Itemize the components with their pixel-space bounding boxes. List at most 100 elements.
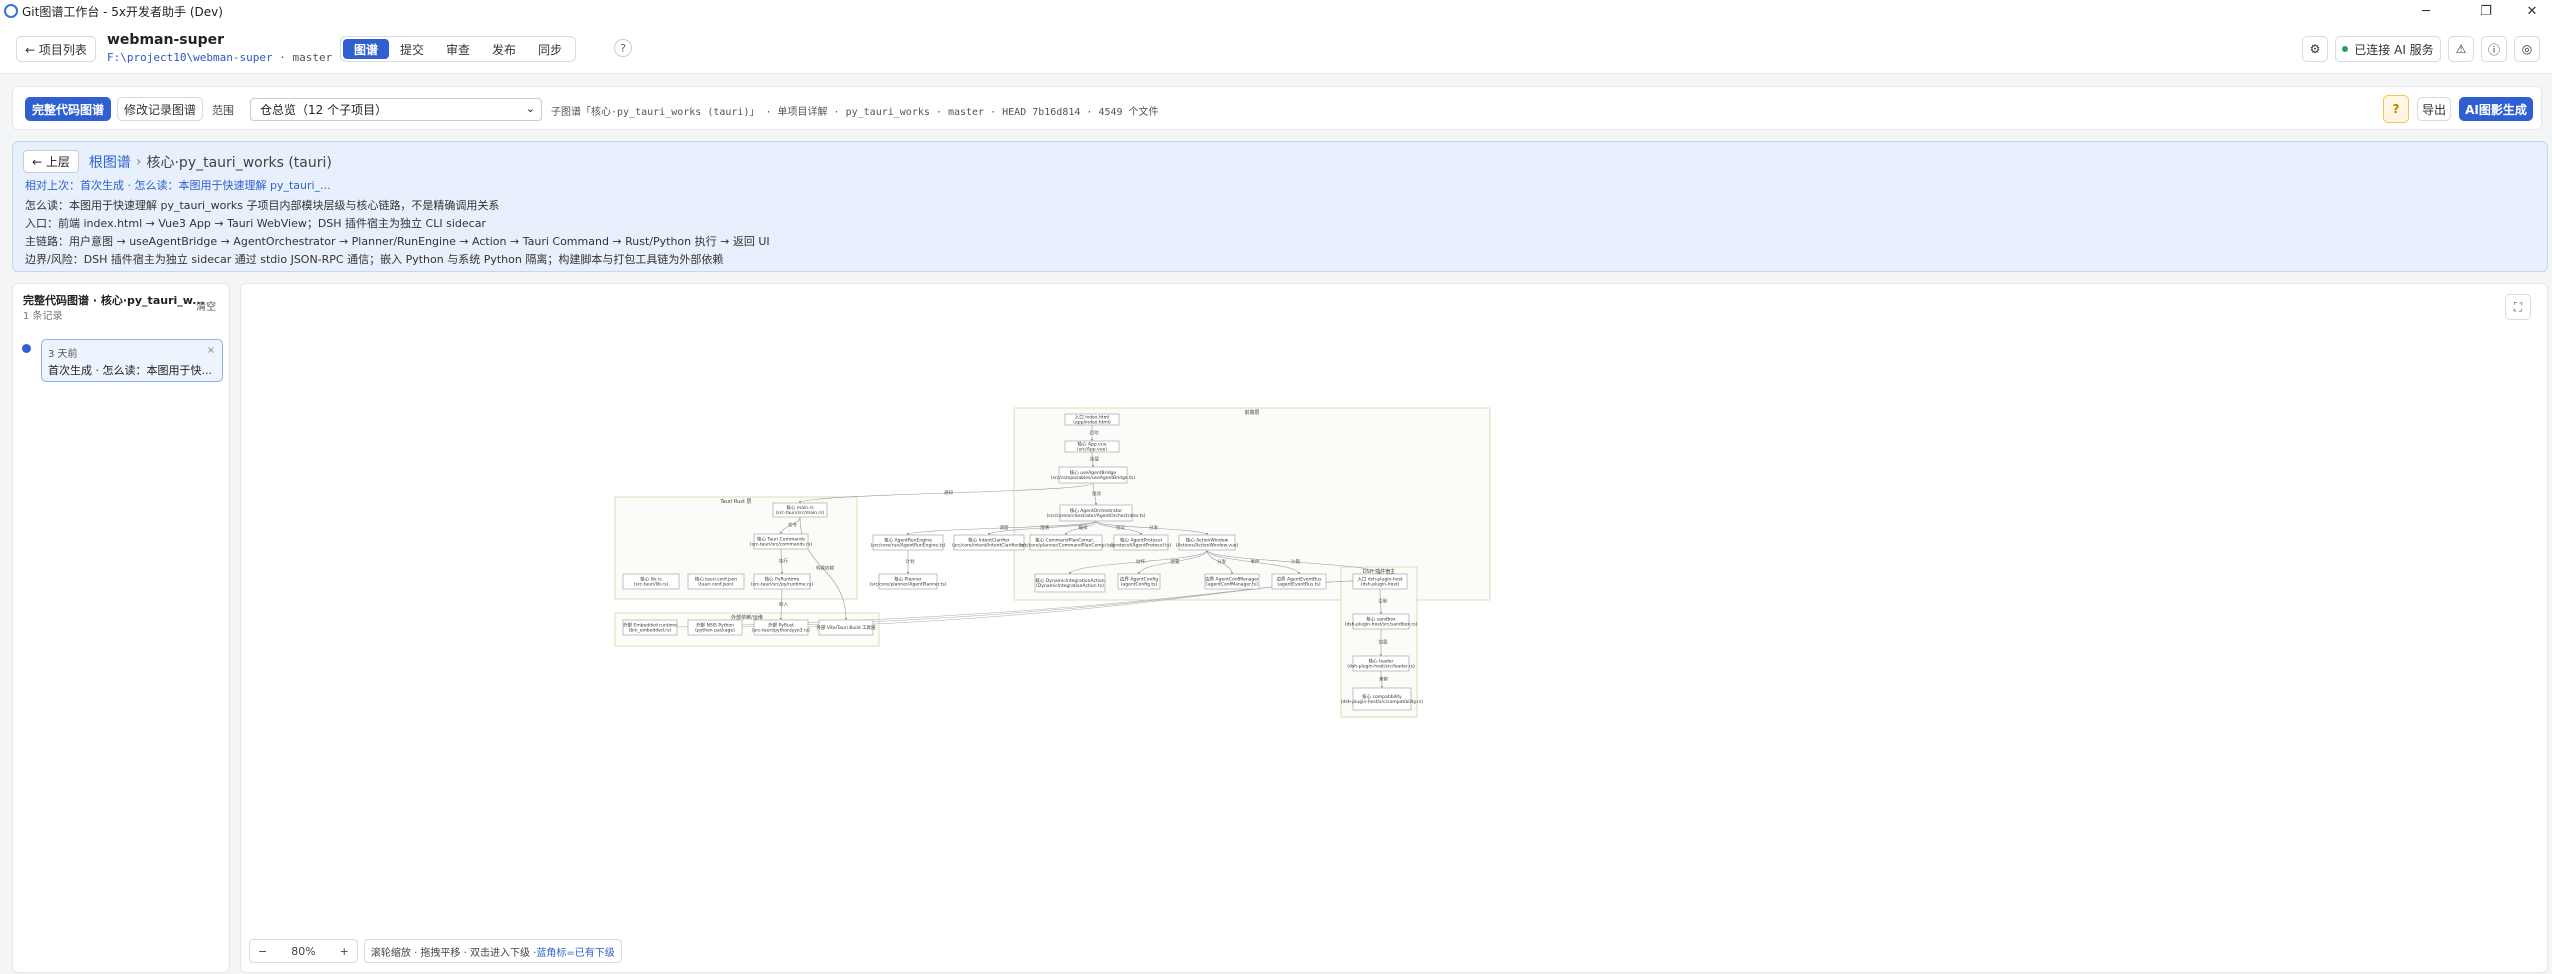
graph-edge-label: 调度 (1000, 524, 1009, 531)
help-icon[interactable]: ? (614, 39, 632, 57)
clear-history-button[interactable]: 清空 (196, 298, 216, 313)
graph-node[interactable]: 核心 AgentRunEngine(src/core/run/AgentRunE… (871, 534, 946, 551)
graph-node[interactable]: 外部 NSIS Python(python package) (687, 619, 743, 636)
graph-node[interactable]: 核心 loader(dsh-plugin-host/src/loader.rs) (1347, 655, 1415, 672)
zoom-out-button[interactable]: − (250, 945, 275, 958)
graph-node-label: 边界 AgentConfig (1120, 576, 1158, 583)
graph-node-label: (src-tauri/lib.rs) (634, 582, 669, 588)
info-main-chain: 主链路：用户意图 → useAgentBridge → AgentOrchest… (25, 235, 770, 248)
graph-svg[interactable]: 前端层Tauri Rust 层外部依赖/运维DSH 插件宿主 启动挂载驱动调度澄… (241, 284, 2548, 973)
tab-sync[interactable]: 同步 (527, 39, 573, 59)
graph-edge-label: 注册 (1378, 598, 1387, 605)
graph-node-label: (src-tauri/src/commands.rs) (750, 542, 812, 548)
graph-node-label: (python package) (695, 628, 735, 634)
export-button[interactable]: 导出 (2417, 97, 2451, 121)
graph-node[interactable]: 边界 AgentConfig(agentConfig.ts) (1117, 573, 1161, 590)
graph-edge-label: 协议 (1116, 524, 1125, 531)
breadcrumb-current: 核心·py_tauri_works (tauri) (146, 154, 332, 171)
fullscreen-icon[interactable]: ⛶ (2505, 294, 2531, 320)
graph-node[interactable]: 核心 AgentOrchestrator(src/core/orchestrat… (1047, 504, 1146, 522)
ai-status-badge[interactable]: 已连接 AI 服务 (2335, 36, 2441, 62)
graph-node[interactable]: 外部 Vite/Tauri Build 工具链 (816, 619, 876, 636)
graph-node[interactable]: 入口 index.html(app/index.html) (1064, 413, 1120, 426)
tab-commit[interactable]: 提交 (389, 39, 435, 59)
graph-node[interactable]: 外部 Embedded runtime(bin_embedded.rs) (622, 619, 678, 636)
history-graph-button[interactable]: 修改记录图谱 (117, 97, 203, 121)
tab-review[interactable]: 审查 (435, 39, 481, 59)
graph-node[interactable]: 核心 DynamicIntegrationAction(DynamicInteg… (1034, 573, 1106, 593)
graph-node-label: (dsh-plugin-host/src/compatibility.rs) (1341, 699, 1424, 705)
graph-node[interactable]: 核心 tauri.conf.json(tauri.conf.json) (687, 573, 745, 590)
diff-summary[interactable]: 相对上次：首次生成 · 怎么读：本图用于快速理解 py_tauri_... (25, 177, 331, 193)
settings-icon[interactable]: ⚙ (2302, 36, 2328, 62)
history-item[interactable]: 3 天前 × 首次生成 · 怎么读：本图用于快... (41, 339, 223, 382)
graph-edge-label: 沙箱 (1291, 558, 1300, 565)
tab-graph[interactable]: 图谱 (343, 39, 390, 59)
graph-node-label: (src/core/orchestrator/AgentOrchestrator… (1047, 513, 1146, 519)
graph-node-label: (tauri.conf.json) (698, 582, 734, 588)
up-level-button[interactable]: ← 上层 (23, 150, 79, 173)
info-icon[interactable]: ⓘ (2481, 36, 2507, 62)
graph-node-label: 核心 AgentRunEngine (884, 537, 932, 544)
breadcrumb-separator: › (135, 153, 142, 170)
help-icon[interactable]: ? (2383, 95, 2409, 123)
project-name: webman-super (107, 32, 224, 48)
graph-node[interactable]: 核心 IntentClarifier(src/core/intent/Inten… (952, 534, 1026, 551)
graph-node[interactable]: 核心 Tauri Commands(src-tauri/src/commands… (750, 533, 812, 550)
graph-node[interactable]: 核心 Planner(src/core/planner/AgentPlanner… (869, 573, 947, 590)
scope-label: 范围 (212, 104, 234, 117)
project-path: F:\project10\webman-super (107, 51, 273, 64)
graph-node[interactable]: 核心 lib.rs(src-tauri/lib.rs) (622, 573, 680, 590)
graph-node-label: 边界 AgentEventBus (1277, 576, 1323, 583)
graph-node-label: 核心 main.rs (786, 504, 814, 511)
graph-node[interactable]: 核心 CommandPlanCompi...(src/core/planner/… (1019, 534, 1113, 551)
graph-node[interactable]: 核心 App.vue(src/App.vue) (1064, 441, 1120, 453)
graph-node[interactable]: 核心 AgentProtocol(protocol/AgentProtocol.… (1111, 534, 1172, 551)
close-icon[interactable]: ✕ (2512, 0, 2552, 22)
graph-edge-label: 澄清 (1040, 524, 1049, 531)
maximize-icon[interactable]: ❐ (2466, 0, 2506, 22)
graph-node-label: (protocol/AgentProtocol.ts) (1111, 543, 1172, 549)
graph-node[interactable]: 入口 dsh-plugin-host(dsh-plugin-host) (1352, 573, 1408, 590)
graph-canvas[interactable]: 前端层 Tauri Rust 层外部依赖/运维 DSH 插件宿主 启动 挂载 驱动 调度澄… (240, 283, 2548, 973)
minimize-icon[interactable]: ─ (2406, 0, 2446, 22)
graph-node[interactable]: 核心 main.rs(src-tauri/src/main.rs) (772, 502, 828, 518)
graph-node-label: (src-tauri/src/py/runtime.rs) (751, 582, 813, 588)
zoom-in-button[interactable]: + (332, 945, 357, 958)
graph-node[interactable]: 核心 useAgentBridge(src/composables/useAge… (1051, 466, 1135, 484)
close-icon[interactable]: × (207, 345, 215, 356)
graph-edge-label: 兼容 (1379, 676, 1388, 683)
graph-node-label: 核心 AgentProtocol (1120, 537, 1162, 544)
theme-icon[interactable]: ◎ (2514, 36, 2540, 62)
graph-node-label: (bin_embedded.rs) (629, 628, 672, 634)
graph-node-label: (src/composables/useAgentBridge.ts) (1051, 475, 1135, 481)
scope-select[interactable]: 仓总览（12 个子项目） ⌄ (250, 98, 542, 121)
graph-group-label: Tauri Rust 层 (719, 499, 751, 505)
ai-status-text: 已连接 AI 服务 (2354, 42, 2434, 57)
graph-node-label: 核心 DynamicIntegrationAction (1035, 577, 1104, 584)
warning-icon[interactable]: ⚠ (2448, 36, 2474, 62)
graph-node-label: 核心 tauri.conf.json (695, 576, 737, 583)
graph-node-label: (DynamicIntegrationAction.ts) (1036, 583, 1104, 589)
timeline-dot (22, 344, 31, 353)
graph-node[interactable]: 核心 sandbox(dsh-plugin-host/src/sandbox.r… (1345, 613, 1418, 630)
graph-node-label: (src/core/planner/AgentPlanner.ts) (869, 582, 946, 588)
full-graph-button[interactable]: 完整代码图谱 (25, 97, 111, 121)
graph-edge-label: 启动 (1090, 429, 1099, 436)
graph-node-label: 核心 AgentOrchestrator (1070, 507, 1122, 514)
graph-node[interactable]: 边界 AgentEventBus(agentEventBus.ts) (1271, 573, 1327, 590)
ai-generate-button[interactable]: AI图影生成 (2459, 97, 2533, 121)
tab-release[interactable]: 发布 (481, 39, 527, 59)
graph-node[interactable]: 边界 AgentConfManager(agentConfManager.ts) (1204, 573, 1260, 590)
project-path-line: F:\project10\webman-super · master (107, 51, 332, 64)
graph-node[interactable]: 外部 PyRust(src-tauri/python/pyo3.rs) (752, 619, 810, 636)
graph-node[interactable]: 核心 ActionWindow(Actions/ActionWindow.vue… (1176, 534, 1239, 551)
graph-node-label: (dsh-plugin-host/src/sandbox.rs) (1345, 622, 1418, 628)
graph-node[interactable]: 核心 compatibility(dsh-plugin-host/src/com… (1341, 687, 1424, 711)
zoom-control: − 80% + (249, 939, 358, 963)
graph-node[interactable]: 核心 PyRuntime(src-tauri/src/py/runtime.rs… (751, 573, 813, 590)
graph-edge-label: 动作 (1136, 558, 1145, 565)
window-title: Git图谱工作台 - 5x开发者助手 (Dev) (22, 4, 223, 19)
breadcrumb-root[interactable]: 根图谱 (89, 152, 131, 172)
back-to-projects-button[interactable]: ← 项目列表 (16, 36, 96, 62)
